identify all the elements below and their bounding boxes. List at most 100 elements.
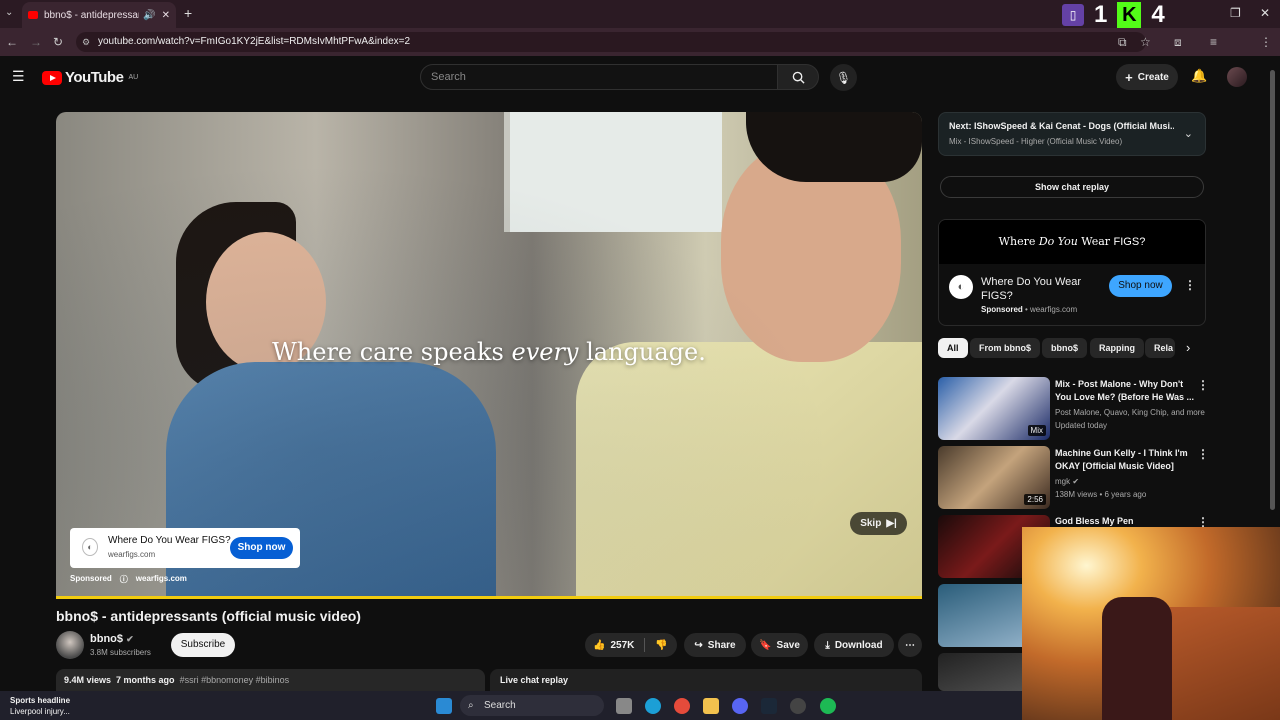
create-label: Create bbox=[1137, 71, 1169, 83]
logo-text: YouTube bbox=[65, 69, 124, 86]
youtube-logo[interactable]: YouTube AU bbox=[42, 69, 138, 86]
chevron-down-icon[interactable]: ⌄ bbox=[1184, 127, 1193, 140]
close-tab-icon[interactable]: ✕ bbox=[162, 10, 170, 21]
chip-all[interactable]: All bbox=[938, 338, 968, 358]
reload-icon[interactable]: ↻ bbox=[53, 35, 63, 49]
youtube-header: ☰ YouTube AU Search 🎙 + Create 🔔 bbox=[0, 56, 1280, 98]
webcam-overlay bbox=[1022, 527, 1280, 720]
ad-card-domain: wearfigs.com bbox=[108, 550, 156, 559]
browser-tab[interactable]: bbno$ - antidepressants (o 🔊 ✕ bbox=[22, 2, 176, 28]
stream-viewer-overlay: ▯ 1 K 4 bbox=[1062, 1, 1165, 28]
search-button[interactable] bbox=[777, 64, 819, 90]
chip-rapping[interactable]: Rapping bbox=[1090, 338, 1144, 358]
page-scrollbar[interactable] bbox=[1270, 70, 1275, 510]
new-tab-icon[interactable]: + bbox=[184, 5, 192, 21]
window-close-icon[interactable]: ✕ bbox=[1260, 6, 1270, 20]
forward-icon[interactable]: → bbox=[30, 35, 42, 49]
rec-channel: Post Malone, Quavo, King Chip, and more bbox=[1055, 408, 1205, 417]
live-chat-replay-header[interactable]: Live chat replay bbox=[490, 669, 922, 691]
webcam-chair bbox=[1102, 597, 1172, 720]
channel-name[interactable]: bbno$ ✔ bbox=[90, 633, 134, 645]
bookmark-star-icon[interactable]: ☆ bbox=[1140, 35, 1151, 49]
ad-shop-now-button[interactable]: Shop now bbox=[230, 537, 293, 559]
news-widget[interactable]: Sports headline Liverpool injury... bbox=[10, 695, 70, 717]
windows-taskbar: Sports headline Liverpool injury... ⌕ Se… bbox=[0, 691, 1022, 720]
taskbar-search[interactable]: ⌕ Search bbox=[460, 695, 604, 716]
share-button[interactable]: ↪ Share bbox=[684, 633, 746, 657]
ad-progress-fill bbox=[56, 596, 922, 599]
back-icon[interactable]: ← bbox=[6, 35, 18, 49]
notifications-bell-icon[interactable]: 🔔 bbox=[1191, 68, 1207, 84]
kick-icon: K bbox=[1117, 2, 1142, 28]
share-label: Share bbox=[707, 639, 736, 651]
thumbs-up-icon: 👍 bbox=[593, 639, 606, 651]
hashtags[interactable]: #ssri #bbnomoney #bibinos bbox=[180, 675, 290, 685]
file-explorer-icon[interactable] bbox=[703, 698, 719, 714]
up-next-playlist-panel[interactable]: Next: IShowSpeed & Kai Cenat - Dogs (Off… bbox=[938, 112, 1206, 156]
sponsor-shop-now-button[interactable]: Shop now bbox=[1109, 275, 1172, 297]
more-actions-button[interactable]: ⋯ bbox=[898, 633, 922, 657]
obs-icon[interactable] bbox=[790, 698, 806, 714]
tab-list-icon[interactable]: ⌄ bbox=[5, 7, 13, 18]
extensions-icon[interactable]: ⧈ bbox=[1174, 35, 1182, 50]
task-view-icon[interactable] bbox=[616, 698, 632, 714]
user-avatar[interactable] bbox=[1227, 67, 1247, 87]
view-count: 9.4M views bbox=[64, 675, 112, 685]
taskbar-search-label: Search bbox=[484, 700, 516, 711]
rec-title[interactable]: Machine Gun Kelly - I Think I'm OKAY [Of… bbox=[1055, 447, 1195, 473]
spotify-icon[interactable] bbox=[820, 698, 836, 714]
cast-icon[interactable]: ⧉ bbox=[1118, 35, 1127, 50]
share-icon: ↪ bbox=[694, 639, 703, 651]
sponsor-more-icon[interactable]: ⋮ bbox=[1184, 278, 1196, 292]
description-box[interactable]: 9.4M views 7 months ago #ssri #bbnomoney… bbox=[56, 669, 485, 691]
rec-thumbnail[interactable]: 2:56 bbox=[938, 446, 1050, 509]
sponsor-banner[interactable]: Where Do You Wear FIGS? bbox=[939, 220, 1205, 264]
video-player[interactable]: Where care speaks every language. Skip ▶… bbox=[56, 112, 922, 598]
voice-search-button[interactable]: 🎙 bbox=[830, 64, 857, 91]
chip-relaxing[interactable]: Rela bbox=[1145, 338, 1175, 358]
chrome-icon[interactable] bbox=[674, 698, 690, 714]
up-next-title: Next: IShowSpeed & Kai Cenat - Dogs (Off… bbox=[949, 121, 1174, 131]
rec-more-icon[interactable]: ⋮ bbox=[1197, 378, 1209, 392]
rec-channel: mgk ✔ bbox=[1055, 477, 1080, 486]
subscribe-button[interactable]: Subscribe bbox=[171, 633, 235, 657]
rec-title[interactable]: Mix - Post Malone - Why Don't You Love M… bbox=[1055, 378, 1195, 404]
chevron-right-icon[interactable]: › bbox=[1186, 340, 1190, 355]
sponsor-title[interactable]: Where Do You Wear FIGS? bbox=[981, 275, 1091, 303]
maximize-icon[interactable]: ❐ bbox=[1230, 6, 1241, 20]
sponsored-card[interactable]: Where Do You Wear FIGS? ◐ Where Do You W… bbox=[938, 219, 1206, 326]
media-control-icon[interactable]: ≡ bbox=[1210, 35, 1217, 49]
chip-from-bbnos[interactable]: From bbno$ bbox=[970, 338, 1040, 358]
windows-start-icon[interactable] bbox=[436, 698, 452, 714]
microphone-icon: 🎙 bbox=[835, 70, 852, 85]
discord-icon[interactable] bbox=[732, 698, 748, 714]
edge-icon[interactable] bbox=[645, 698, 661, 714]
channel-avatar[interactable] bbox=[56, 631, 84, 659]
create-button[interactable]: + Create bbox=[1116, 64, 1178, 90]
rec-thumbnail[interactable]: Mix bbox=[938, 377, 1050, 440]
dislike-button[interactable]: 👎 bbox=[655, 640, 667, 651]
ad-overlay-card[interactable]: ◐ Where Do You Wear FIGS? wearfigs.com S… bbox=[70, 528, 300, 568]
skip-ad-button[interactable]: Skip ▶| bbox=[850, 512, 907, 535]
show-chat-replay-button[interactable]: Show chat replay bbox=[940, 176, 1204, 198]
like-button[interactable]: 👍 257K bbox=[593, 640, 634, 651]
rec-more-icon[interactable]: ⋮ bbox=[1197, 447, 1209, 461]
url-field[interactable]: ⚙ youtube.com/watch?v=FmIGo1KY2jE&list=R… bbox=[76, 32, 1146, 52]
steam-icon[interactable] bbox=[761, 698, 777, 714]
speaker-icon[interactable]: 🔊 bbox=[143, 10, 155, 21]
search-input[interactable]: Search bbox=[420, 64, 778, 90]
save-button[interactable]: 🔖 Save bbox=[751, 633, 808, 657]
skip-label: Skip bbox=[860, 518, 882, 529]
webcam-bed bbox=[1162, 607, 1280, 720]
hamburger-menu-icon[interactable]: ☰ bbox=[12, 68, 25, 85]
info-icon[interactable]: ⓘ bbox=[120, 574, 128, 585]
chip-bbnos[interactable]: bbno$ bbox=[1042, 338, 1087, 358]
download-button[interactable]: ⤓ Download bbox=[814, 633, 894, 657]
youtube-play-icon bbox=[42, 70, 62, 85]
video-title: bbno$ - antidepressants (official music … bbox=[56, 608, 361, 624]
browser-menu-icon[interactable]: ⋮ bbox=[1260, 35, 1272, 49]
site-info-icon[interactable]: ⚙ bbox=[82, 32, 90, 52]
ad-domain-link[interactable]: wearfigs.com bbox=[136, 574, 187, 585]
youtube-favicon-icon bbox=[28, 11, 38, 19]
ad-progress-bar[interactable] bbox=[56, 596, 922, 599]
